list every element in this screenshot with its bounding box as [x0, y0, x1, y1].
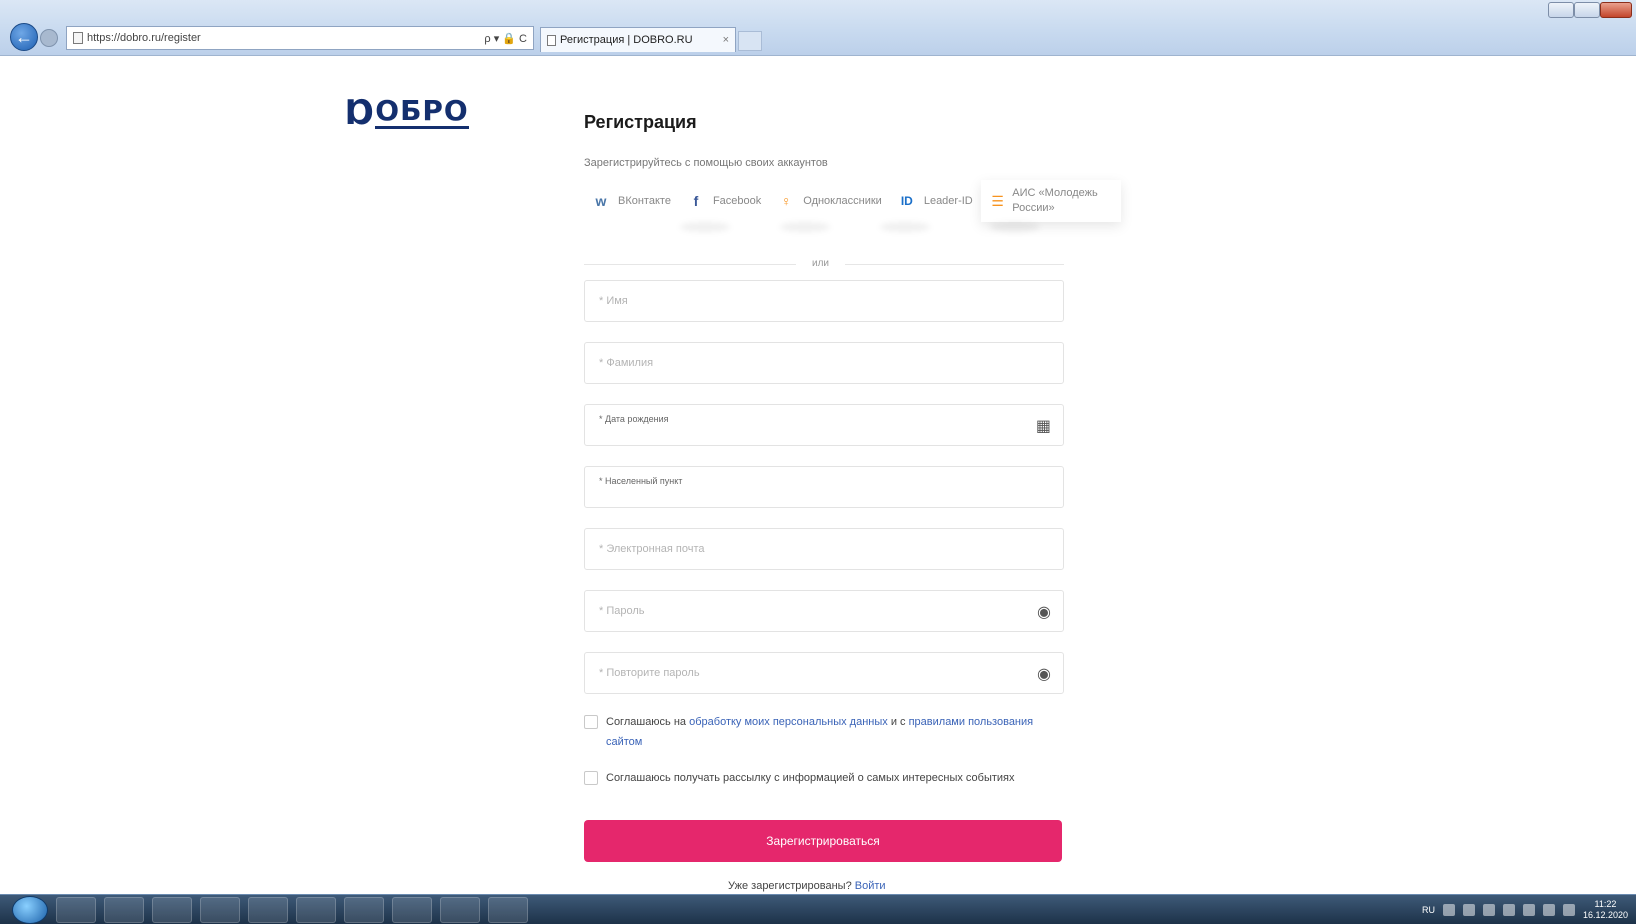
odnoklassniki-icon: ♀ — [781, 193, 792, 209]
password-repeat-placeholder: * Повторите пароль — [599, 667, 700, 679]
logo-mark: Ɒ — [346, 93, 376, 133]
tab-title: Регистрация | DOBRO.RU — [560, 34, 693, 46]
social-label: Facebook — [712, 195, 762, 207]
calendar-icon[interactable]: ▦ — [1036, 416, 1051, 436]
social-login-row: w ВКонтакте f Facebook ♀ Одноклассники I… — [584, 180, 1121, 222]
leader-id-icon: ID — [900, 194, 913, 208]
ams-icon: ☰ — [991, 192, 1004, 209]
app-taskbar-icon[interactable] — [152, 896, 192, 923]
eye-icon[interactable]: ◉ — [1037, 602, 1051, 622]
app-taskbar-icon[interactable] — [200, 896, 240, 923]
forward-button[interactable] — [40, 29, 58, 47]
birthdate-field[interactable]: * Дата рождения ▦ — [584, 404, 1064, 446]
flag-icon[interactable] — [1562, 904, 1575, 916]
tray-icon[interactable] — [1502, 904, 1515, 916]
already-registered: Уже зарегистрированы? Войти — [728, 880, 886, 892]
tray-icon[interactable] — [1442, 904, 1455, 916]
personal-data-text: Соглашаюсь на обработку моих персональны… — [606, 712, 1054, 752]
vk-icon: w — [595, 193, 607, 209]
tray-icon[interactable] — [1522, 904, 1535, 916]
city-label: * Населенный пункт — [599, 476, 683, 486]
divider-label: или — [796, 258, 846, 269]
explorer-taskbar-icon[interactable] — [344, 896, 384, 923]
clock[interactable]: 11:22 16.12.2020 — [1583, 899, 1628, 921]
personal-data-link[interactable]: обработку моих персональных данных — [689, 716, 888, 728]
consent-prefix: Соглашаюсь на — [606, 716, 690, 728]
surname-placeholder: * Фамилия — [599, 357, 654, 369]
clock-time: 11:22 — [1594, 899, 1617, 909]
app-taskbar-icon[interactable] — [440, 896, 480, 923]
register-button[interactable]: Зарегистрироваться — [584, 820, 1062, 862]
browser-chrome: ← https://dobro.ru/register ρ ▾ 🔒 C Реги… — [0, 0, 1636, 56]
new-tab-button[interactable] — [738, 31, 762, 51]
password-repeat-field[interactable]: * Повторите пароль ◉ — [584, 652, 1064, 694]
ie-taskbar-icon[interactable] — [56, 896, 96, 923]
yandex-taskbar-icon[interactable] — [104, 896, 144, 923]
tab-close-icon[interactable]: × — [723, 34, 729, 46]
address-url[interactable]: https://dobro.ru/register — [87, 32, 473, 44]
newsletter-consent: Соглашаюсь получать рассылку с информаци… — [584, 768, 1054, 788]
name-field[interactable]: * Имя — [584, 280, 1064, 322]
page-title: Регистрация — [584, 112, 697, 132]
city-field[interactable]: * Населенный пункт — [584, 466, 1064, 508]
start-button[interactable] — [12, 895, 48, 924]
social-label: Leader-ID — [923, 195, 973, 207]
volume-icon[interactable] — [1542, 904, 1555, 916]
clock-date: 16.12.2020 — [1582, 910, 1628, 920]
surname-field[interactable]: * Фамилия — [584, 342, 1064, 384]
windows-taskbar: RU 11:22 16.12.2020 — [0, 894, 1636, 924]
social-label: ВКонтакте — [618, 195, 671, 207]
eye-icon[interactable]: ◉ — [1037, 664, 1051, 684]
back-button[interactable]: ← — [10, 23, 38, 51]
page-icon — [73, 32, 83, 44]
window-close-button[interactable] — [1600, 2, 1632, 18]
tray-icon[interactable] — [1482, 904, 1495, 916]
address-controls[interactable]: ρ ▾ 🔒 C — [473, 32, 533, 45]
address-bar[interactable]: https://dobro.ru/register ρ ▾ 🔒 C — [66, 26, 534, 50]
birthdate-label: * Дата рождения — [599, 414, 669, 424]
shadow — [880, 222, 930, 232]
social-odnoklassniki-button[interactable]: ♀ Одноклассники — [769, 180, 890, 222]
system-tray: RU 11:22 16.12.2020 — [1422, 895, 1628, 924]
social-vk-button[interactable]: w ВКонтакте — [584, 180, 679, 222]
password-placeholder: * Пароль — [599, 605, 645, 617]
newsletter-checkbox[interactable] — [584, 771, 598, 785]
social-label: Одноклассники — [803, 195, 882, 207]
outlook-taskbar-icon[interactable] — [296, 896, 336, 923]
personal-data-checkbox[interactable] — [584, 715, 598, 729]
browser-tab[interactable]: Регистрация | DOBRO.RU × — [540, 27, 736, 52]
powerpoint-taskbar-icon[interactable] — [488, 896, 528, 923]
social-facebook-button[interactable]: f Facebook — [679, 180, 769, 222]
social-ams-button[interactable]: ☰ АИС «Молодежь России» — [980, 180, 1121, 222]
minimize-button[interactable] — [1548, 2, 1574, 18]
shadow — [680, 222, 730, 232]
consent-mid: и с — [887, 716, 909, 728]
facebook-icon: f — [693, 193, 699, 209]
excel-taskbar-icon[interactable] — [392, 896, 432, 923]
social-label: АИС «Молодежь России» — [1012, 187, 1098, 214]
social-leader-id-button[interactable]: ID Leader-ID — [890, 180, 981, 222]
login-link[interactable]: Войти — [855, 880, 886, 892]
tab-page-icon — [547, 34, 556, 46]
logo-word: ОБРО — [375, 94, 469, 129]
personal-data-consent: Соглашаюсь на обработку моих персональны… — [584, 712, 1054, 752]
dobro-logo[interactable]: Ɒ ОБРО — [346, 96, 469, 130]
newsletter-text: Соглашаюсь получать рассылку с информаци… — [606, 772, 1015, 784]
shadow — [990, 222, 1040, 232]
tray-icon[interactable] — [1462, 904, 1475, 916]
page-subtitle: Зарегистрируйтесь с помощью своих аккаун… — [584, 157, 828, 169]
email-field[interactable]: * Электронная почта — [584, 528, 1064, 570]
name-placeholder: * Имя — [599, 295, 628, 307]
password-field[interactable]: * Пароль ◉ — [584, 590, 1064, 632]
already-text: Уже зарегистрированы? — [728, 880, 855, 892]
language-indicator[interactable]: RU — [1422, 905, 1435, 915]
email-placeholder: * Электронная почта — [599, 543, 705, 555]
yandex-browser-taskbar-icon[interactable] — [248, 896, 288, 923]
maximize-button[interactable] — [1574, 2, 1600, 18]
shadow — [780, 222, 830, 232]
